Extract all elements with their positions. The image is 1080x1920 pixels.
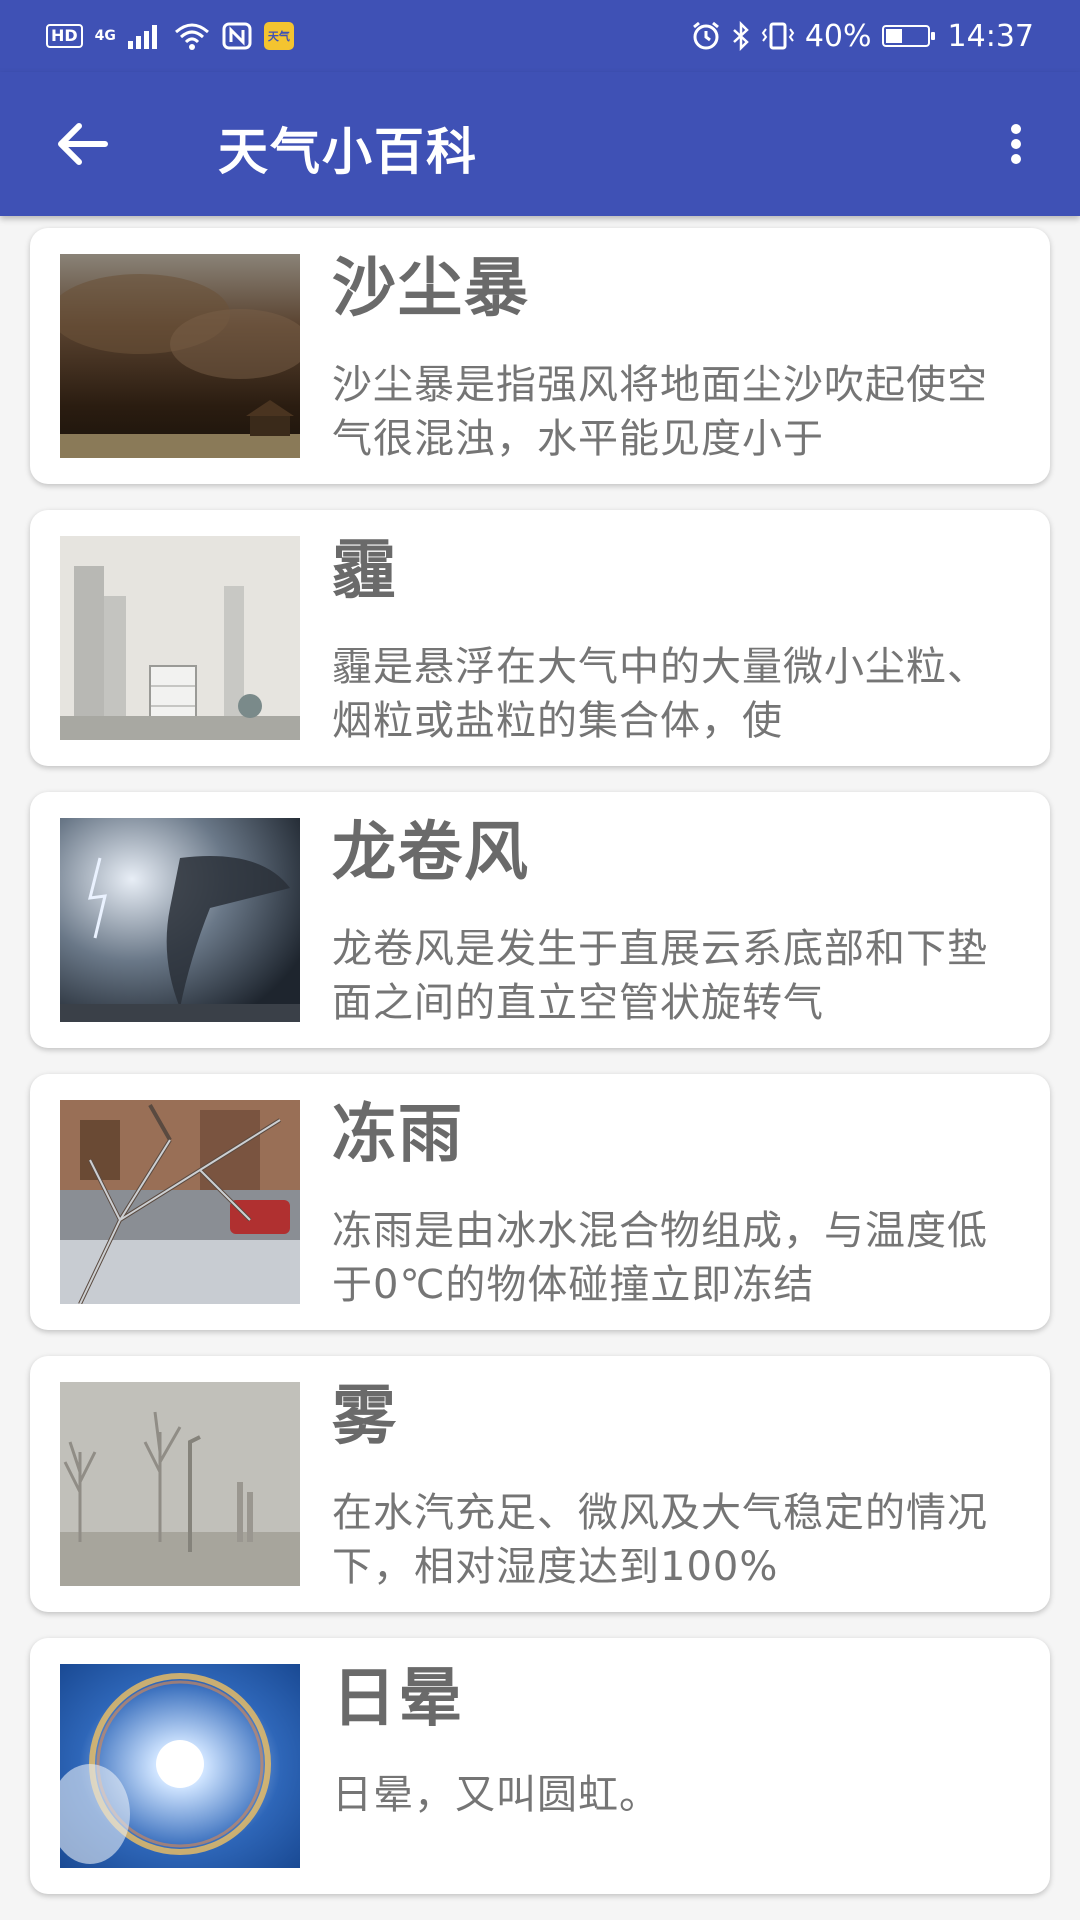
- list-item-sandstorm[interactable]: 沙尘暴 沙尘暴是指强风将地面尘沙吹起使空气很混浊，水平能见度小于: [30, 228, 1050, 484]
- item-description: 日晕，又叫圆虹。: [332, 1772, 660, 1818]
- page-title: 天气小百科: [218, 123, 478, 181]
- more-vert-icon-dot: [1011, 154, 1021, 164]
- item-title: 雾: [332, 1380, 398, 1454]
- list-item-haze[interactable]: 霾 霾是悬浮在大气中的大量微小尘粒、烟粒或盐粒的集合体，使: [30, 510, 1050, 766]
- signal-icon: [127, 25, 157, 49]
- status-bar: HD 4G 天气 40% 14:37: [0, 0, 1080, 72]
- alarm-icon: [692, 21, 719, 50]
- item-title: 龙卷风: [332, 816, 530, 890]
- item-title: 霾: [332, 534, 398, 608]
- list-item-freezing-rain[interactable]: 冻雨 冻雨是由冰水混合物组成，与温度低于0℃的物体碰撞立即冻结: [30, 1074, 1050, 1330]
- battery-percent: 40%: [804, 18, 872, 54]
- item-title: 日晕: [332, 1662, 464, 1736]
- bluetooth-icon: [732, 21, 749, 51]
- nfc-icon: [222, 22, 252, 50]
- battery-icon: [881, 25, 935, 47]
- item-title: 冻雨: [332, 1098, 464, 1172]
- freezing-rain-image: [60, 1100, 300, 1304]
- more-vert-icon-dot: [1011, 139, 1021, 149]
- halo-image: [60, 1664, 300, 1868]
- item-description: 冻雨是由冰水混合物组成，与温度低于0℃的物体碰撞立即冻结: [332, 1208, 988, 1308]
- wifi-icon: [174, 23, 209, 50]
- clock: 14:37: [947, 18, 1034, 54]
- arrow-left-icon: [58, 123, 108, 165]
- status-left: HD 4G 天气: [46, 22, 294, 50]
- hd-indicator: HD: [46, 24, 83, 48]
- tornado-image: [60, 818, 300, 1022]
- vibrate-icon: [761, 22, 795, 50]
- battery-level: [885, 29, 902, 43]
- item-description: 沙尘暴是指强风将地面尘沙吹起使空气很混浊，水平能见度小于: [332, 362, 988, 462]
- sandstorm-image: [60, 254, 300, 458]
- weather-app-badge: 天气: [263, 22, 294, 50]
- list-item-halo[interactable]: 日晕 日晕，又叫圆虹。: [30, 1638, 1050, 1894]
- status-right: 40% 14:37: [691, 19, 1034, 54]
- list-item-fog[interactable]: 雾 在水汽充足、微风及大气稳定的情况下，相对湿度达到100%: [30, 1356, 1050, 1612]
- item-description: 霾是悬浮在大气中的大量微小尘粒、烟粒或盐粒的集合体，使: [332, 644, 988, 744]
- item-title: 沙尘暴: [332, 252, 530, 326]
- more-vert-icon: [1011, 124, 1021, 134]
- haze-image: [60, 536, 300, 740]
- back-button[interactable]: [52, 118, 112, 170]
- item-description: 龙卷风是发生于直展云系底部和下垫面之间的直立空管状旋转气: [332, 926, 988, 1026]
- app-bar: 天气小百科: [0, 72, 1080, 216]
- item-description: 在水汽充足、微风及大气稳定的情况下，相对湿度达到100%: [332, 1490, 988, 1590]
- fog-image: [60, 1382, 300, 1586]
- overflow-menu-button[interactable]: [996, 116, 1036, 172]
- list-item-tornado[interactable]: 龙卷风 龙卷风是发生于直展云系底部和下垫面之间的直立空管状旋转气: [30, 792, 1050, 1048]
- network-type: 4G: [94, 28, 116, 44]
